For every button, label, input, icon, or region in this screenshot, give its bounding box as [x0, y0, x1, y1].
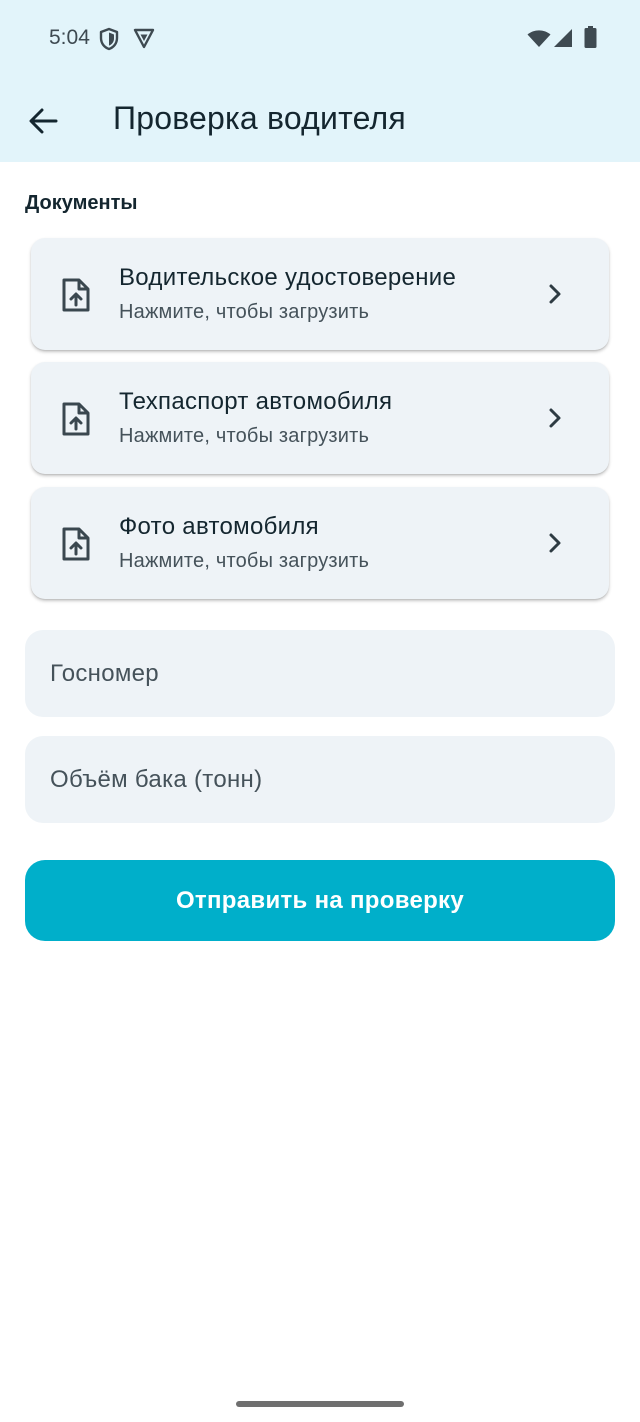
document-card-vehicle-photo[interactable]: Фото автомобиля Нажмите, чтобы загрузить [31, 487, 609, 599]
page-title: Проверка водителя [113, 100, 406, 136]
documents-section-label: Документы [25, 192, 138, 214]
plate-number-field-container [25, 630, 615, 717]
status-bar: 5:04 [0, 0, 640, 78]
arrow-back-icon [29, 108, 58, 134]
signal-icon [554, 29, 572, 47]
back-button[interactable] [18, 96, 68, 146]
document-title: Фото автомобиля [119, 513, 319, 540]
gesture-navigation-bar[interactable] [236, 1401, 404, 1407]
chevron-right-icon [549, 284, 561, 304]
file-upload-icon [62, 527, 90, 561]
plate-number-input[interactable] [25, 630, 615, 717]
tank-volume-field-container [25, 736, 615, 823]
app-bar: Проверка водителя [0, 78, 640, 162]
document-card-registration[interactable]: Техпаспорт автомобиля Нажмите, чтобы заг… [31, 362, 609, 474]
file-upload-icon [62, 402, 90, 436]
submit-for-review-button[interactable]: Отправить на проверку [25, 860, 615, 941]
battery-icon [584, 26, 597, 48]
tank-volume-input[interactable] [25, 736, 615, 823]
document-subtitle: Нажмите, чтобы загрузить [119, 550, 370, 572]
header: 5:04 Проверка водителя [0, 0, 640, 162]
file-upload-icon [62, 278, 90, 312]
document-subtitle: Нажмите, чтобы загрузить [119, 301, 370, 323]
status-time: 5:04 [49, 26, 90, 49]
wifi-icon [527, 30, 551, 47]
chevron-right-icon [549, 533, 561, 553]
shield-icon [99, 27, 119, 51]
chevron-right-icon [549, 408, 561, 428]
document-subtitle: Нажмите, чтобы загрузить [119, 425, 370, 447]
document-card-license[interactable]: Водительское удостоверение Нажмите, чтоб… [31, 238, 609, 350]
document-title: Техпаспорт автомобиля [119, 388, 393, 415]
screen: 5:04 Проверка водителя Документы Водител… [0, 0, 640, 1422]
document-title: Водительское удостоверение [119, 264, 457, 291]
vpn-icon [133, 28, 155, 49]
